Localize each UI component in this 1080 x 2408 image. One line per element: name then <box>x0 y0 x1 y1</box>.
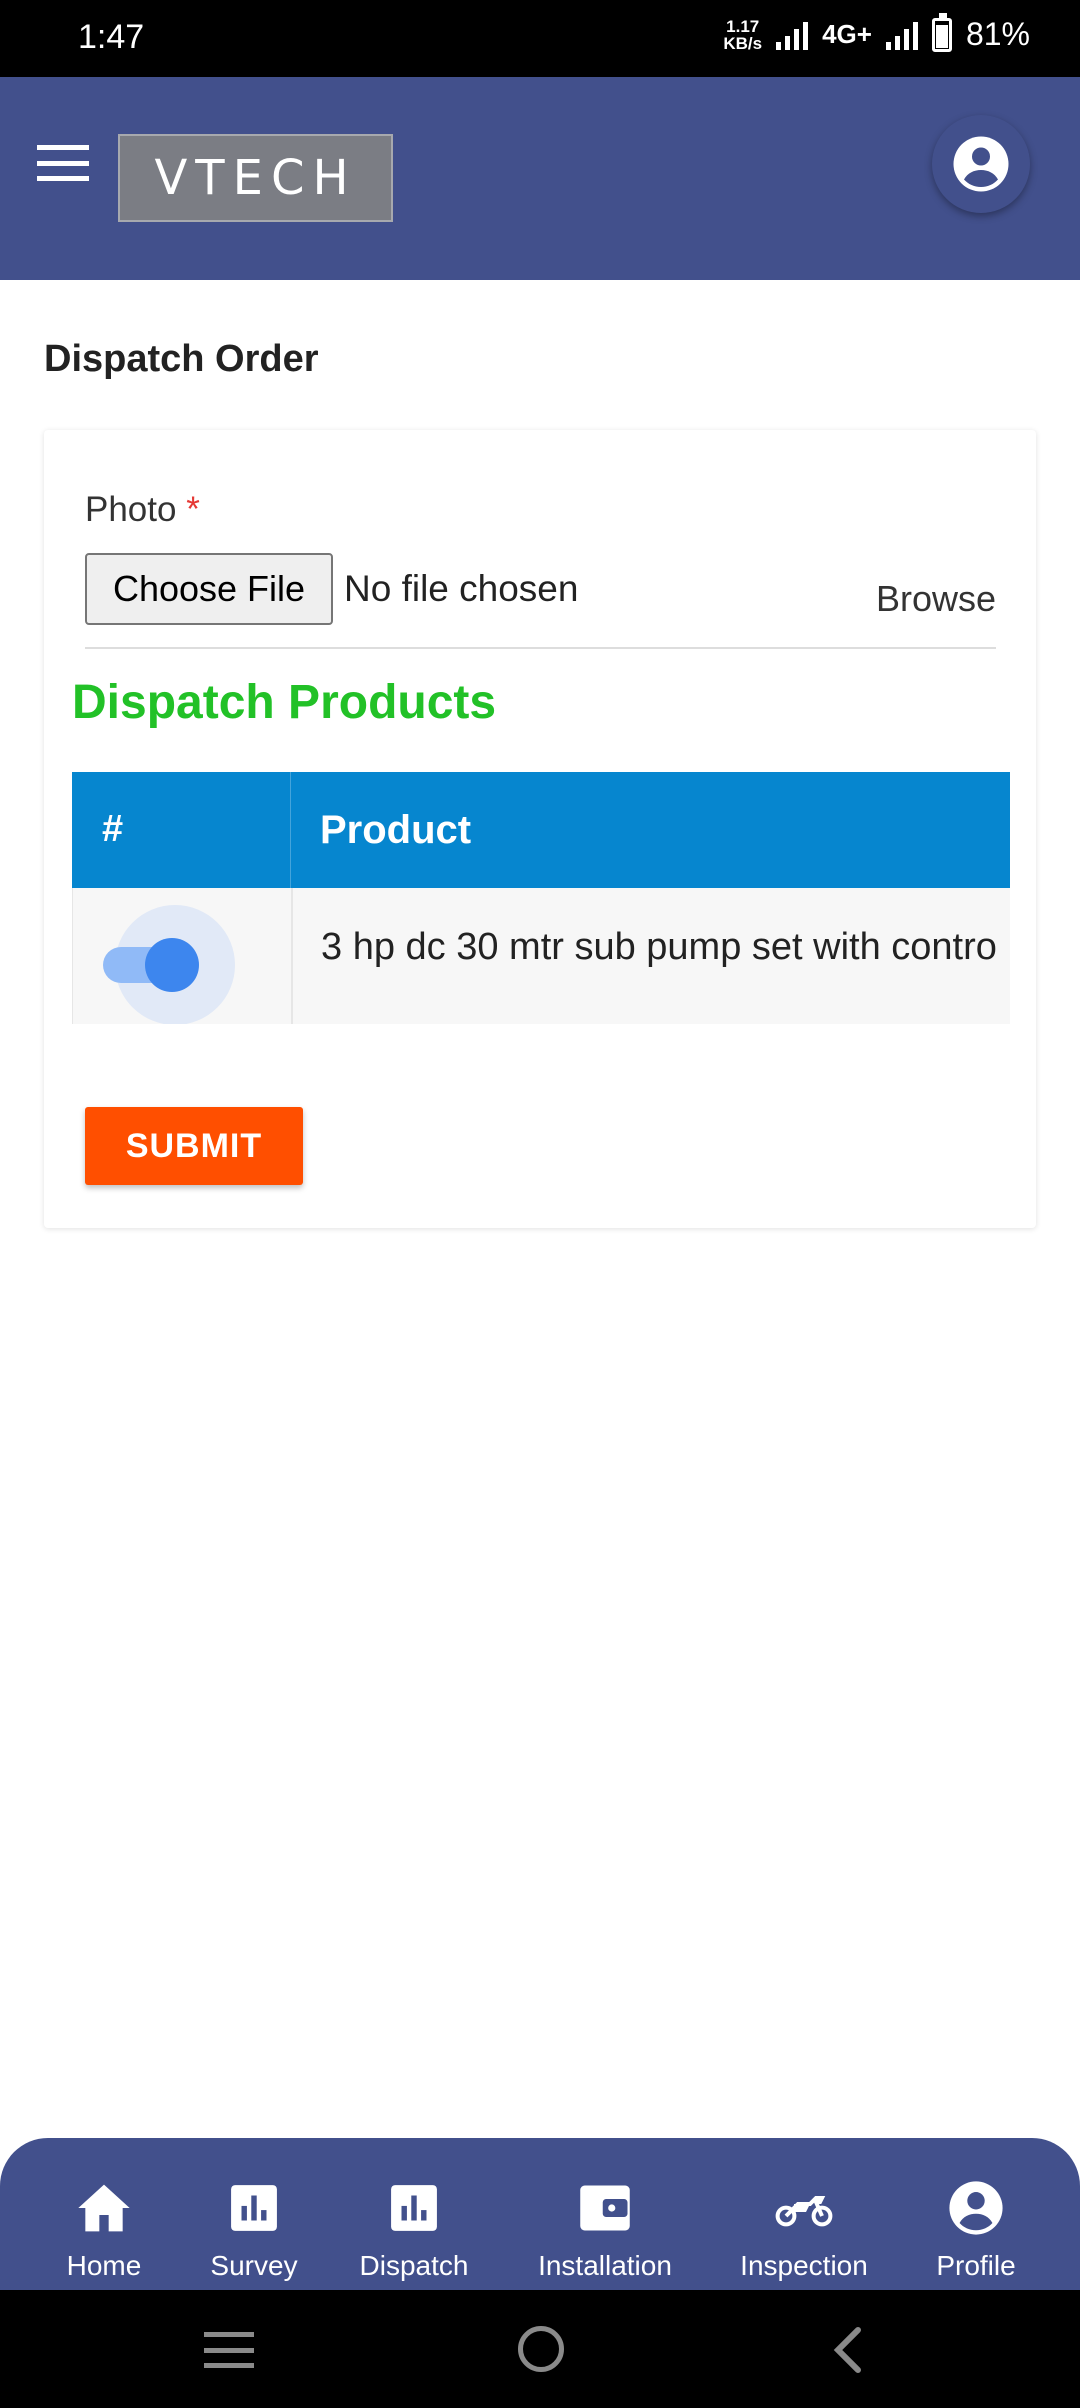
profile-button[interactable] <box>932 115 1030 213</box>
system-navigation-bar <box>0 2290 1080 2408</box>
product-name-cell: 3 hp dc 30 mtr sub pump set with contro <box>321 926 997 968</box>
nav-item-installation[interactable]: Installation <box>526 2138 684 2290</box>
back-chevron-icon[interactable] <box>832 2326 864 2374</box>
network-type: 4G+ <box>822 19 872 49</box>
table-row: 3 hp dc 30 mtr sub pump set with contro <box>72 888 1010 1024</box>
battery-icon <box>931 12 952 52</box>
network-speed: 1.17 KB/s <box>723 16 763 53</box>
section-title: Dispatch Products <box>72 676 497 729</box>
vtech-logo: VTECH <box>118 134 393 222</box>
column-header-index: # <box>102 808 124 850</box>
column-header-product: Product <box>320 808 472 852</box>
dispatch-form-card: Photo * Choose File No file chosen Brows… <box>44 430 1036 1228</box>
product-select-toggle[interactable] <box>103 905 243 1024</box>
nav-item-survey[interactable]: Survey <box>198 2138 310 2290</box>
browse-link[interactable]: Browse <box>876 578 996 620</box>
page-title: Dispatch Order <box>44 338 319 380</box>
nav-item-inspection[interactable]: Inspection <box>732 2138 876 2290</box>
account-circle-icon <box>953 136 1009 192</box>
status-bar: 1:47 1.17 KB/s 4G+ 81% <box>0 0 1080 77</box>
required-marker: * <box>186 490 200 529</box>
nav-item-home[interactable]: Home <box>48 2138 160 2290</box>
choose-file-button[interactable]: Choose File <box>85 553 333 625</box>
status-indicators: 1.17 KB/s 4G+ 81% <box>723 12 1030 53</box>
signal-icon-2 <box>885 20 918 50</box>
nav-item-dispatch[interactable]: Dispatch <box>352 2138 476 2290</box>
file-status-text: No file chosen <box>344 568 579 609</box>
motorcycle-icon <box>775 2196 833 2227</box>
bottom-navigation: Home Survey Dispatch Installation Inspec… <box>0 2138 1080 2290</box>
recent-apps-icon[interactable] <box>204 2332 254 2368</box>
bar-chart-icon <box>391 2185 437 2231</box>
home-circle-icon[interactable] <box>518 2326 564 2372</box>
bar-chart-icon <box>231 2185 277 2231</box>
app-header: VTECH <box>0 77 1080 280</box>
hamburger-menu-icon[interactable] <box>37 145 89 181</box>
wallet-icon <box>580 2185 630 2231</box>
signal-icon <box>776 20 809 50</box>
submit-button[interactable]: SUBMIT <box>85 1107 303 1185</box>
file-input-underline <box>85 647 996 649</box>
account-circle-icon <box>949 2181 1003 2235</box>
home-icon <box>78 2184 130 2232</box>
battery-percent: 81% <box>965 16 1030 52</box>
status-time: 1:47 <box>78 18 145 56</box>
nav-item-profile[interactable]: Profile <box>920 2138 1032 2290</box>
photo-label: Photo * <box>85 490 200 529</box>
products-table[interactable]: # Product 3 hp dc 30 mtr sub pump set wi… <box>72 772 1010 1024</box>
table-header: # Product <box>72 772 1010 888</box>
